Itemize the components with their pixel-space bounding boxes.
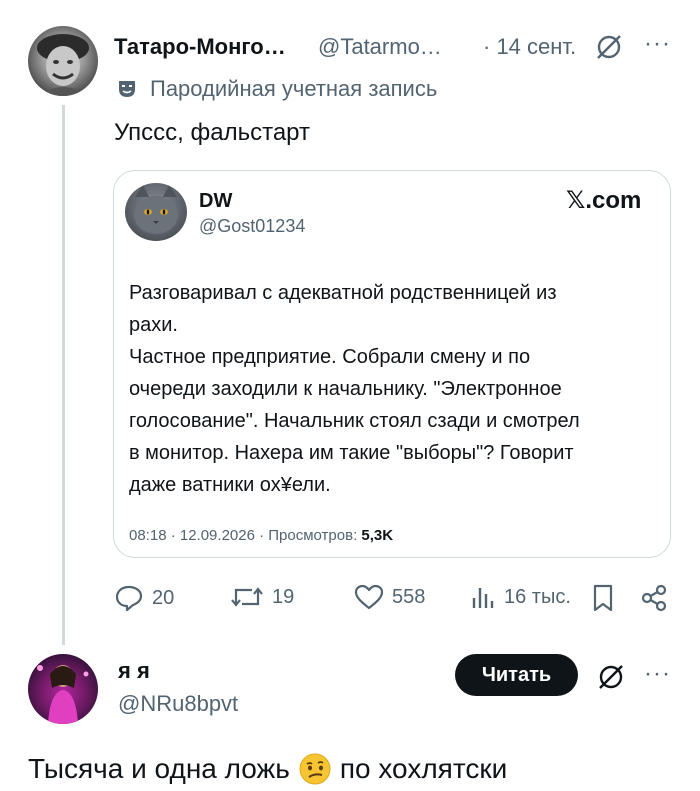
quoted-avatar[interactable]	[125, 183, 187, 241]
grok-icon[interactable]	[597, 663, 625, 691]
share-button[interactable]	[640, 584, 668, 612]
theater-masks-icon	[117, 80, 137, 98]
emoji-face-icon	[298, 752, 332, 786]
quoted-line: даже ватники ох¥ели.	[129, 474, 331, 496]
quoted-author-name[interactable]: DW	[199, 190, 232, 213]
quoted-author-handle[interactable]: @Gost01234	[199, 216, 305, 237]
reply-author-name[interactable]: я я	[118, 658, 150, 684]
repost-icon	[230, 584, 264, 610]
follow-button[interactable]: Читать	[455, 654, 578, 696]
like-button[interactable]: 558	[354, 584, 425, 611]
repost-count: 19	[272, 585, 295, 608]
thread-line	[62, 105, 65, 645]
reply-icon	[114, 584, 144, 612]
source-label[interactable]: 𝕏.com	[566, 186, 641, 215]
author-avatar[interactable]	[28, 26, 98, 96]
grok-icon[interactable]	[595, 33, 623, 61]
quoted-line: в монитор. Нахера им такие "выборы"? Гов…	[129, 442, 574, 464]
quoted-views: 5,3K	[361, 527, 394, 544]
views-icon	[470, 584, 496, 610]
more-icon[interactable]: ···	[644, 660, 671, 688]
quoted-meta: 08:18 · 12.09.2026 · Просмотров: 5,3K	[129, 527, 393, 544]
reply-text-suffix: по хохлятски	[339, 753, 508, 784]
quoted-text: Разговаривал с адекватной родственницей …	[129, 277, 649, 501]
quoted-line: Частное предприятие. Собрали смену и по	[129, 346, 531, 368]
quoted-line: очереди заходили к начальнику. "Электрон…	[129, 378, 562, 400]
reply-text: Тысяча и одна ложь по хохлятски	[28, 752, 507, 786]
author-handle[interactable]: @Tatarmo…	[318, 34, 442, 60]
post-text: Упссс, фальстарт	[114, 119, 310, 146]
parody-label: Пародийная учетная запись	[150, 76, 438, 101]
quoted-timestamp: 08:18 · 12.09.2026 · Просмотров:	[129, 527, 362, 544]
views-button[interactable]: 16 тыс.	[470, 584, 571, 610]
reply-author-handle[interactable]: @NRu8bpvt	[118, 691, 238, 717]
quoted-line: Разговаривал с адекватной родственницей …	[129, 282, 557, 304]
post-date[interactable]: · 14 сент.	[483, 34, 576, 60]
reply-text-main: Тысяча и одна ложь	[28, 753, 290, 784]
bookmark-button[interactable]	[592, 584, 614, 612]
bookmark-icon	[592, 584, 614, 612]
like-icon	[354, 584, 384, 611]
quoted-line: голосование". Начальник стоял сзади и см…	[129, 410, 580, 432]
like-count: 558	[392, 586, 426, 608]
reply-count: 20	[152, 586, 175, 609]
reply-author-avatar[interactable]	[28, 654, 98, 724]
reply-button[interactable]: 20	[114, 584, 174, 612]
views-count: 16 тыс.	[504, 585, 571, 608]
quoted-line: рахи.	[129, 314, 178, 336]
share-icon	[640, 584, 668, 612]
more-icon[interactable]: ···	[644, 30, 671, 58]
author-name[interactable]: Татаро-Монго…	[114, 34, 286, 60]
repost-button[interactable]: 19	[230, 584, 294, 610]
